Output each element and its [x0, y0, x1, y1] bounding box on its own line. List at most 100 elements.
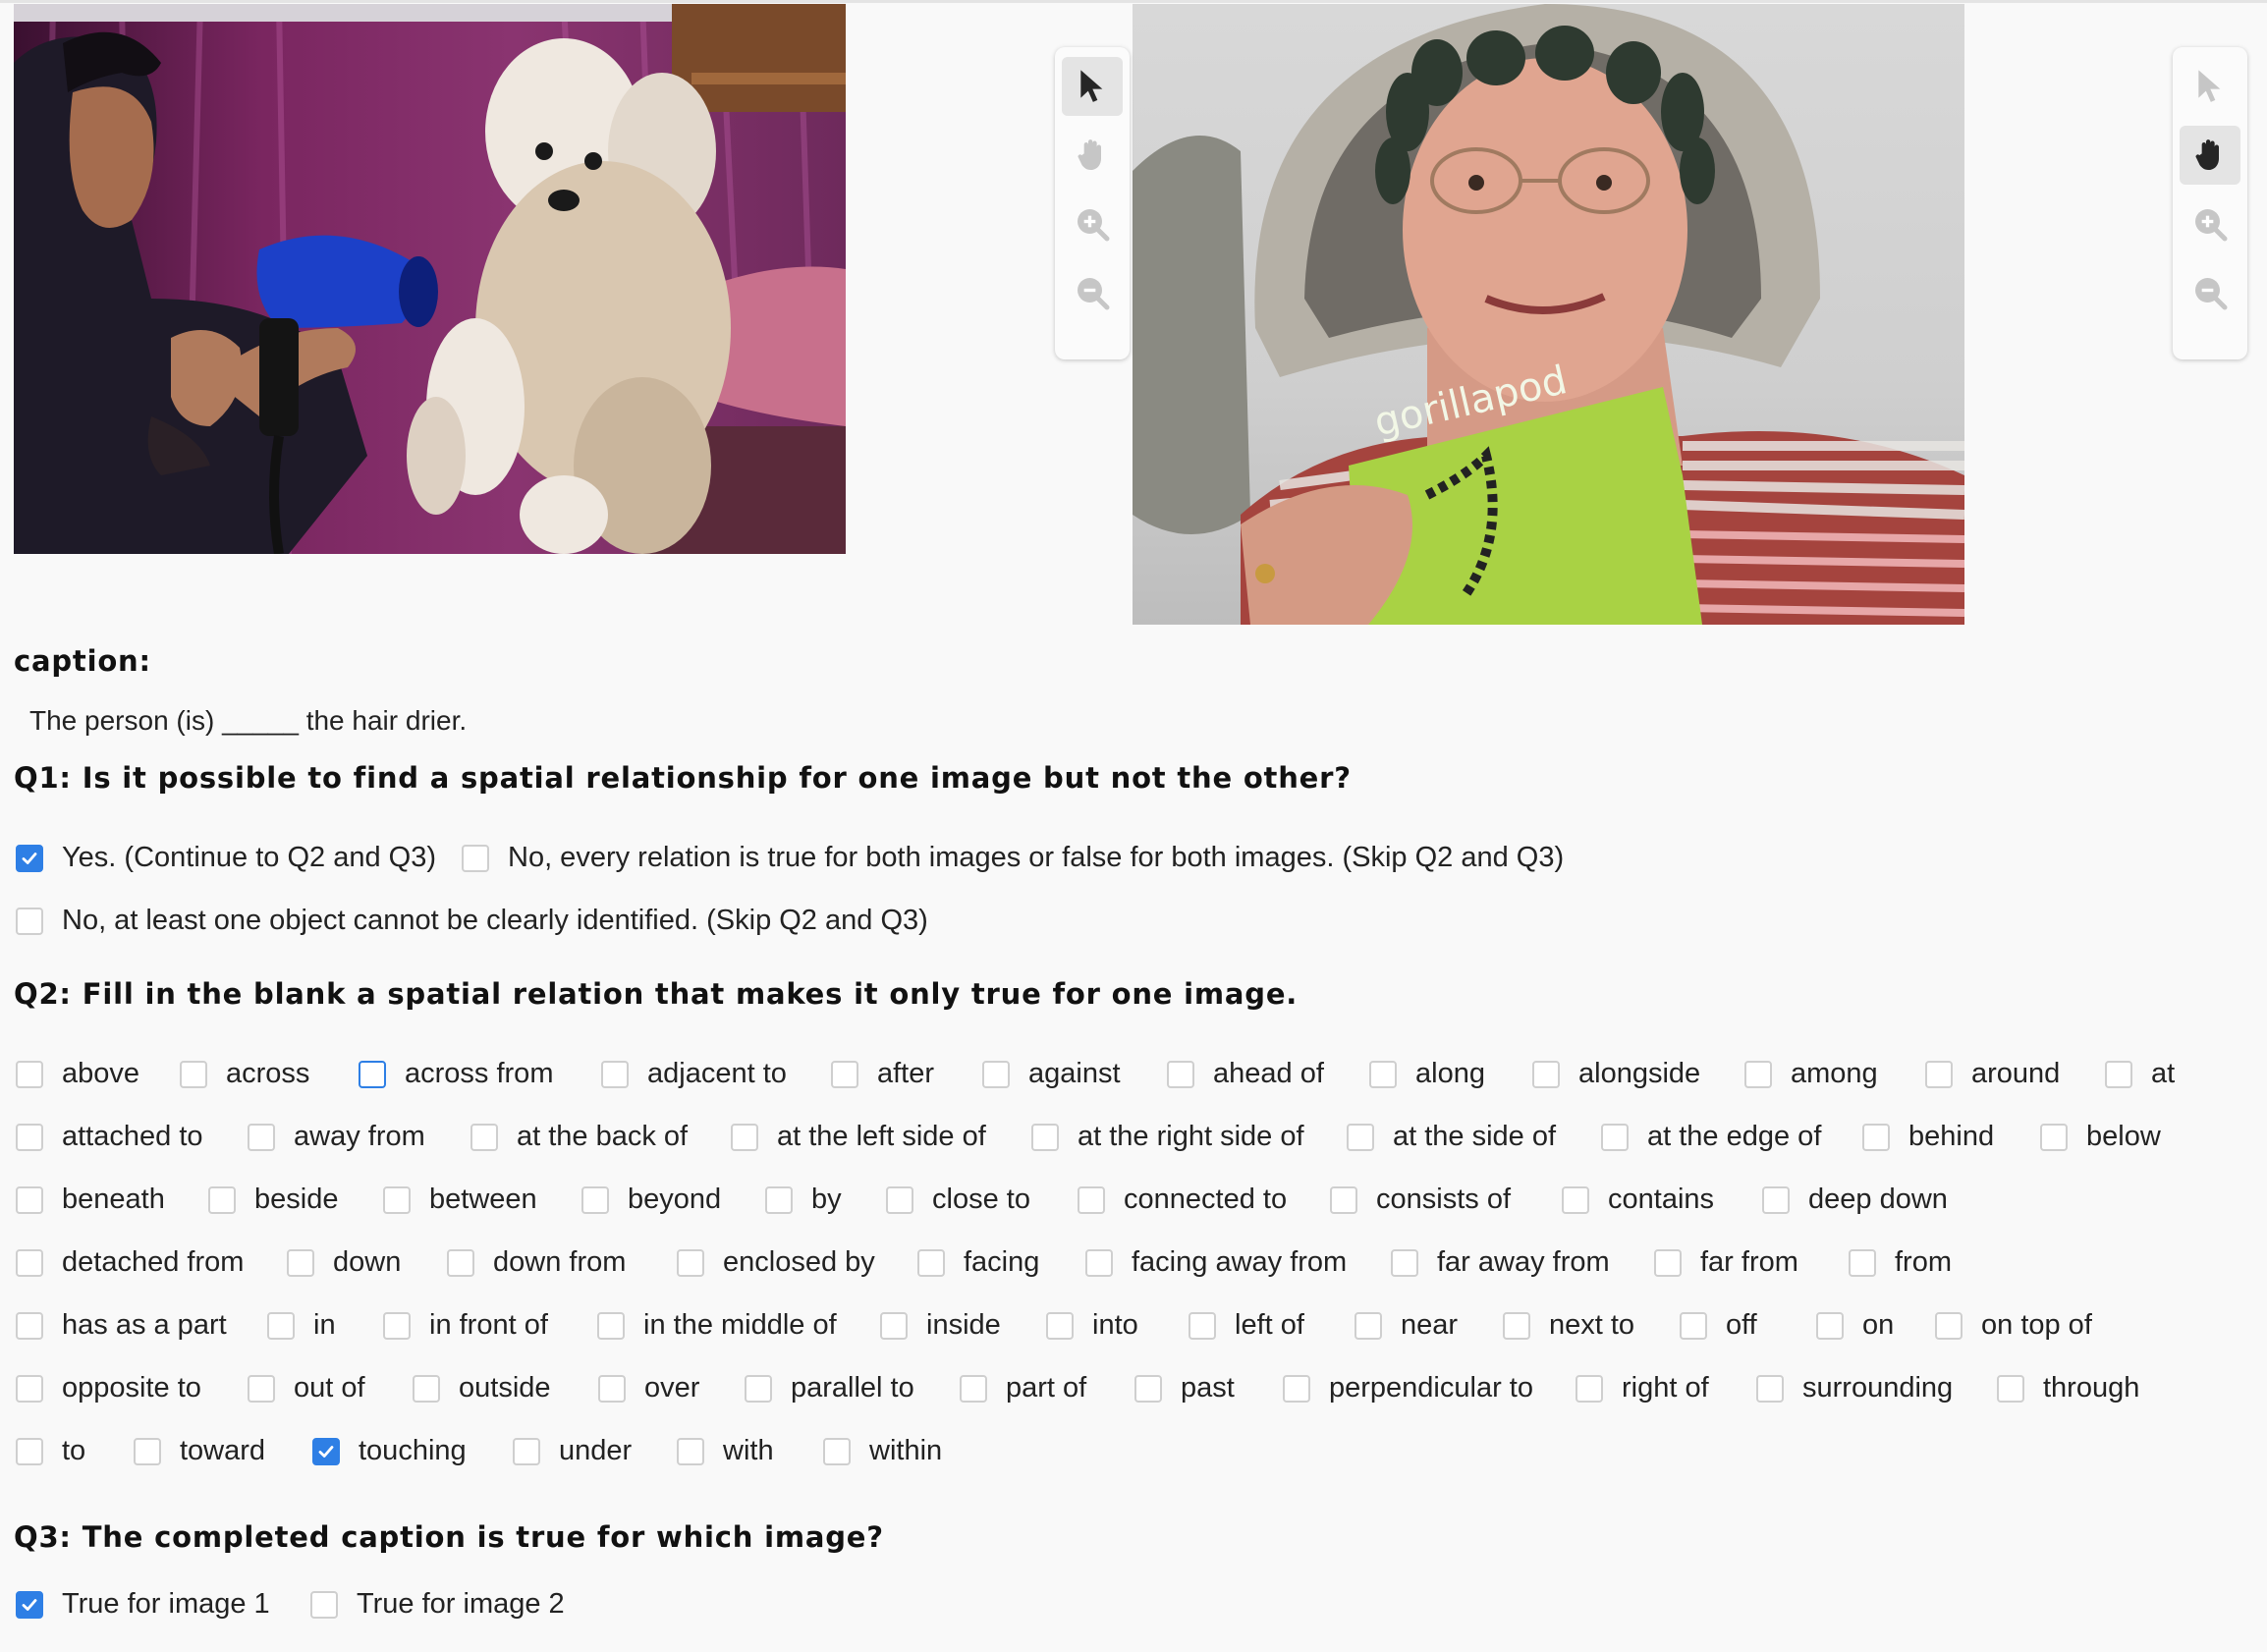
checkbox[interactable]	[16, 1060, 43, 1088]
checkbox[interactable]	[677, 1437, 704, 1465]
relation-option-part-of[interactable]: part of	[960, 1372, 1086, 1404]
checkbox[interactable]	[359, 1060, 386, 1088]
relation-option-at-the-left-side-of[interactable]: at the left side of	[731, 1121, 986, 1153]
checkbox[interactable]	[1601, 1123, 1629, 1151]
checkbox[interactable]	[1283, 1374, 1310, 1403]
checkbox[interactable]	[598, 1374, 626, 1403]
relation-option-attached-to[interactable]: attached to	[16, 1121, 203, 1153]
checkbox[interactable]	[823, 1437, 851, 1465]
relation-option-at[interactable]: at	[2105, 1058, 2175, 1090]
checkbox[interactable]	[1862, 1123, 1890, 1151]
checkbox[interactable]	[16, 1123, 43, 1151]
relation-option-across-from[interactable]: across from	[359, 1058, 553, 1090]
relation-option-outside[interactable]: outside	[413, 1372, 551, 1404]
checkbox[interactable]	[1562, 1185, 1589, 1214]
relation-option-below[interactable]: below	[2040, 1121, 2161, 1153]
relation-option-past[interactable]: past	[1134, 1372, 1235, 1404]
relation-option-after[interactable]: after	[831, 1058, 934, 1090]
checkbox[interactable]	[513, 1437, 540, 1465]
hand-tool-button[interactable]	[1062, 126, 1123, 185]
checkbox[interactable]	[1816, 1311, 1844, 1340]
checkbox[interactable]	[16, 907, 43, 935]
relation-option-inside[interactable]: inside	[880, 1309, 1001, 1342]
checkbox[interactable]	[1849, 1248, 1876, 1277]
checkbox[interactable]	[1347, 1123, 1374, 1151]
relation-option-down[interactable]: down	[287, 1246, 401, 1279]
checkbox[interactable]	[16, 1311, 43, 1340]
relation-option-within[interactable]: within	[823, 1435, 942, 1467]
q3-option-image-2[interactable]: True for image 2	[310, 1588, 565, 1621]
relation-option-has-as-a-part[interactable]: has as a part	[16, 1309, 227, 1342]
checkbox[interactable]	[462, 844, 489, 872]
relation-option-toward[interactable]: toward	[134, 1435, 265, 1467]
zoom-out-tool-button[interactable]	[2180, 263, 2240, 322]
relation-option-opposite-to[interactable]: opposite to	[16, 1372, 201, 1404]
checkbox[interactable]	[765, 1185, 793, 1214]
checkbox[interactable]	[917, 1248, 945, 1277]
checkbox[interactable]	[886, 1185, 913, 1214]
relation-option-surrounding[interactable]: surrounding	[1756, 1372, 1953, 1404]
checkbox[interactable]	[16, 1374, 43, 1403]
relation-option-facing[interactable]: facing	[917, 1246, 1039, 1279]
relation-option-through[interactable]: through	[1997, 1372, 2139, 1404]
relation-option-far-from[interactable]: far from	[1654, 1246, 1798, 1279]
checkbox[interactable]	[1576, 1374, 1603, 1403]
checkbox[interactable]	[470, 1123, 498, 1151]
relation-option-far-away-from[interactable]: far away from	[1391, 1246, 1610, 1279]
checkbox[interactable]	[601, 1060, 629, 1088]
relation-option-across[interactable]: across	[180, 1058, 309, 1090]
relation-option-on-top-of[interactable]: on top of	[1935, 1309, 2092, 1342]
checkbox[interactable]	[1680, 1311, 1707, 1340]
relation-option-detached-from[interactable]: detached from	[16, 1246, 244, 1279]
checkbox[interactable]	[1167, 1060, 1194, 1088]
checkbox[interactable]	[1391, 1248, 1418, 1277]
relation-option-alongside[interactable]: alongside	[1532, 1058, 1700, 1090]
q1-option[interactable]: No, at least one object cannot be clearl…	[16, 905, 928, 937]
checkbox[interactable]	[208, 1185, 236, 1214]
relation-option-right-of[interactable]: right of	[1576, 1372, 1709, 1404]
checkbox[interactable]	[1031, 1123, 1059, 1151]
relation-option-facing-away-from[interactable]: facing away from	[1085, 1246, 1347, 1279]
relation-option-beside[interactable]: beside	[208, 1184, 338, 1216]
relation-option-deep-down[interactable]: deep down	[1762, 1184, 1948, 1216]
relation-option-under[interactable]: under	[513, 1435, 632, 1467]
checkbox[interactable]	[383, 1311, 411, 1340]
checkbox[interactable]	[413, 1374, 440, 1403]
checkbox-checked[interactable]	[16, 1590, 43, 1619]
relation-option-off[interactable]: off	[1680, 1309, 1757, 1342]
relation-option-at-the-side-of[interactable]: at the side of	[1347, 1121, 1556, 1153]
checkbox[interactable]	[16, 1437, 43, 1465]
checkbox[interactable]	[831, 1060, 858, 1088]
relation-option-beyond[interactable]: beyond	[581, 1184, 721, 1216]
relation-option-near[interactable]: near	[1355, 1309, 1458, 1342]
relation-option-contains[interactable]: contains	[1562, 1184, 1714, 1216]
checkbox[interactable]	[310, 1590, 338, 1619]
checkbox[interactable]	[1654, 1248, 1682, 1277]
checkbox[interactable]	[1085, 1248, 1113, 1277]
checkbox[interactable]	[1997, 1374, 2024, 1403]
q1-option[interactable]: Yes. (Continue to Q2 and Q3)	[16, 842, 436, 874]
relation-option-parallel-to[interactable]: parallel to	[745, 1372, 914, 1404]
relation-option-behind[interactable]: behind	[1862, 1121, 1994, 1153]
relation-option-away-from[interactable]: away from	[248, 1121, 425, 1153]
checkbox[interactable]	[180, 1060, 207, 1088]
checkbox[interactable]	[134, 1437, 161, 1465]
checkbox[interactable]	[1369, 1060, 1397, 1088]
checkbox[interactable]	[677, 1248, 704, 1277]
checkbox[interactable]	[982, 1060, 1010, 1088]
checkbox[interactable]	[1330, 1185, 1357, 1214]
relation-option-at-the-right-side-of[interactable]: at the right side of	[1031, 1121, 1304, 1153]
relation-option-along[interactable]: along	[1369, 1058, 1485, 1090]
relation-option-left-of[interactable]: left of	[1189, 1309, 1304, 1342]
relation-option-from[interactable]: from	[1849, 1246, 1952, 1279]
checkbox[interactable]	[267, 1311, 295, 1340]
checkbox[interactable]	[16, 1248, 43, 1277]
zoom-out-tool-button[interactable]	[1062, 263, 1123, 322]
relation-option-in-front-of[interactable]: in front of	[383, 1309, 548, 1342]
checkbox[interactable]	[287, 1248, 314, 1277]
relation-option-against[interactable]: against	[982, 1058, 1121, 1090]
relation-option-down-from[interactable]: down from	[447, 1246, 626, 1279]
pointer-tool-button[interactable]	[2180, 57, 2240, 116]
checkbox[interactable]	[383, 1185, 411, 1214]
checkbox[interactable]	[731, 1123, 758, 1151]
